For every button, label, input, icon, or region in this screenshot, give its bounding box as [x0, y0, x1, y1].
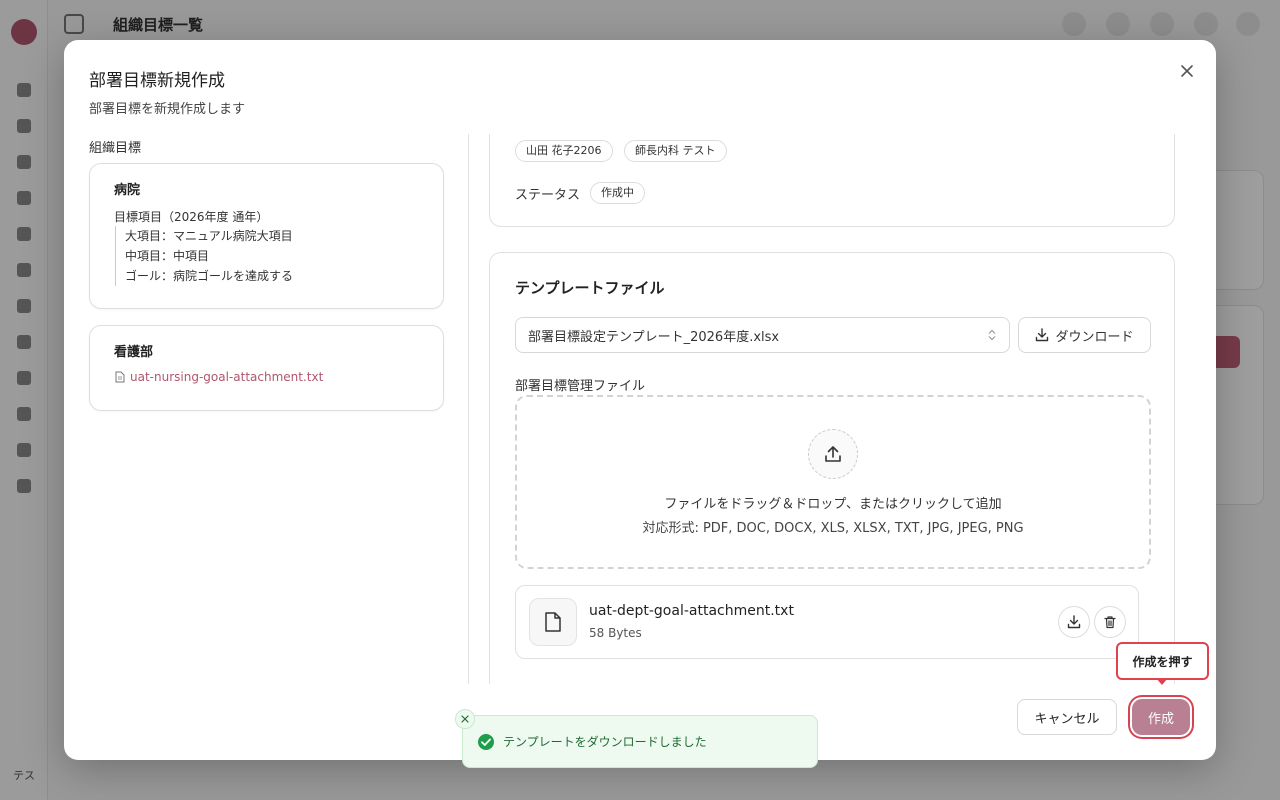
person-chip: 師長内科 テスト	[624, 140, 727, 162]
cancel-button[interactable]: キャンセル	[1017, 699, 1117, 735]
attachment-filename: uat-nursing-goal-attachment.txt	[130, 370, 324, 384]
hospital-goal-card: 病院 目標項目（2026年度 通年） 大項目：マニュアル病院大項目 中項目：中項…	[89, 163, 444, 309]
file-size: 58 Bytes	[589, 626, 642, 640]
attachment-link[interactable]: uat-nursing-goal-attachment.txt	[115, 370, 323, 384]
card-title: 看護部	[114, 345, 154, 360]
upload-circle	[808, 429, 858, 479]
toast-close-button[interactable]	[455, 709, 475, 729]
download-template-button[interactable]: ダウンロード	[1018, 317, 1151, 353]
dept-goal-form[interactable]: 山田 花子2206 師長内科 テスト ステータス 作成中 テンプレートファイル …	[489, 134, 1175, 684]
dialog-title: 部署目標新規作成	[89, 71, 225, 91]
check-circle-icon	[478, 733, 494, 750]
section-label: 組織目標	[89, 141, 142, 156]
template-select-value: 部署目標設定テンプレート_2026年度.xlsx	[528, 329, 780, 345]
status-label: ステータス	[515, 188, 581, 203]
trash-icon	[1104, 616, 1116, 629]
dropzone-formats: 対応形式: PDF, DOC, DOCX, XLS, XLSX, TXT, JP…	[642, 521, 1024, 536]
instruction-callout: 作成を押す	[1116, 642, 1209, 680]
callout-pointer	[1156, 678, 1168, 685]
upload-icon	[825, 446, 841, 462]
org-goals-panel: 組織目標 病院 目標項目（2026年度 通年） 大項目：マニュアル病院大項目 中…	[89, 134, 444, 684]
template-file-card: テンプレートファイル 部署目標設定テンプレート_2026年度.xlsx ダウンロ…	[489, 252, 1175, 684]
goal-info-card: 山田 花子2206 師長内科 テスト ステータス 作成中	[489, 134, 1175, 227]
goal-target: ゴール：病院ゴールを達成する	[125, 269, 294, 283]
document-icon	[545, 612, 561, 632]
uploaded-file-row: uat-dept-goal-attachment.txt 58 Bytes	[515, 585, 1139, 659]
goal-major-item: 大項目：マニュアル病院大項目	[125, 229, 293, 243]
status-badge: 作成中	[590, 182, 645, 204]
goal-header: 目標項目（2026年度 通年）	[114, 210, 269, 224]
dialog-description: 部署目標を新規作成します	[89, 102, 246, 117]
download-icon	[1067, 615, 1081, 629]
file-icon	[529, 598, 577, 646]
goal-middle-item: 中項目：中項目	[125, 249, 210, 263]
close-icon	[1181, 65, 1193, 77]
template-section-title: テンプレートファイル	[515, 279, 665, 297]
close-icon	[461, 715, 469, 723]
close-button[interactable]	[1174, 58, 1200, 84]
file-delete-button[interactable]	[1094, 606, 1126, 638]
goal-detail-list: 大項目：マニュアル病院大項目 中項目：中項目 ゴール：病院ゴールを達成する	[115, 226, 293, 286]
download-label: ダウンロード	[1055, 329, 1134, 345]
person-chip: 山田 花子2206	[515, 140, 613, 162]
download-icon	[1036, 328, 1049, 342]
toast-message: テンプレートをダウンロードしました	[503, 735, 707, 749]
toast-notification: テンプレートをダウンロードしました	[462, 715, 818, 768]
nursing-goal-card: 看護部 uat-nursing-goal-attachment.txt	[89, 325, 444, 411]
chevron-updown-icon	[988, 329, 996, 341]
create-button[interactable]: 作成	[1132, 699, 1190, 735]
file-download-button[interactable]	[1058, 606, 1090, 638]
template-select[interactable]: 部署目標設定テンプレート_2026年度.xlsx	[515, 317, 1010, 353]
create-dept-goal-dialog: 部署目標新規作成 部署目標を新規作成します 組織目標 病院 目標項目（2026年…	[64, 40, 1216, 760]
file-name: uat-dept-goal-attachment.txt	[589, 603, 794, 619]
mgmt-file-label: 部署目標管理ファイル	[515, 379, 646, 394]
file-dropzone[interactable]: ファイルをドラッグ＆ドロップ、またはクリックして追加 対応形式: PDF, DO…	[515, 395, 1151, 569]
column-divider	[468, 134, 469, 684]
card-title: 病院	[114, 183, 141, 198]
dropzone-instruction: ファイルをドラッグ＆ドロップ、またはクリックして追加	[664, 497, 1002, 512]
document-icon	[115, 371, 125, 383]
